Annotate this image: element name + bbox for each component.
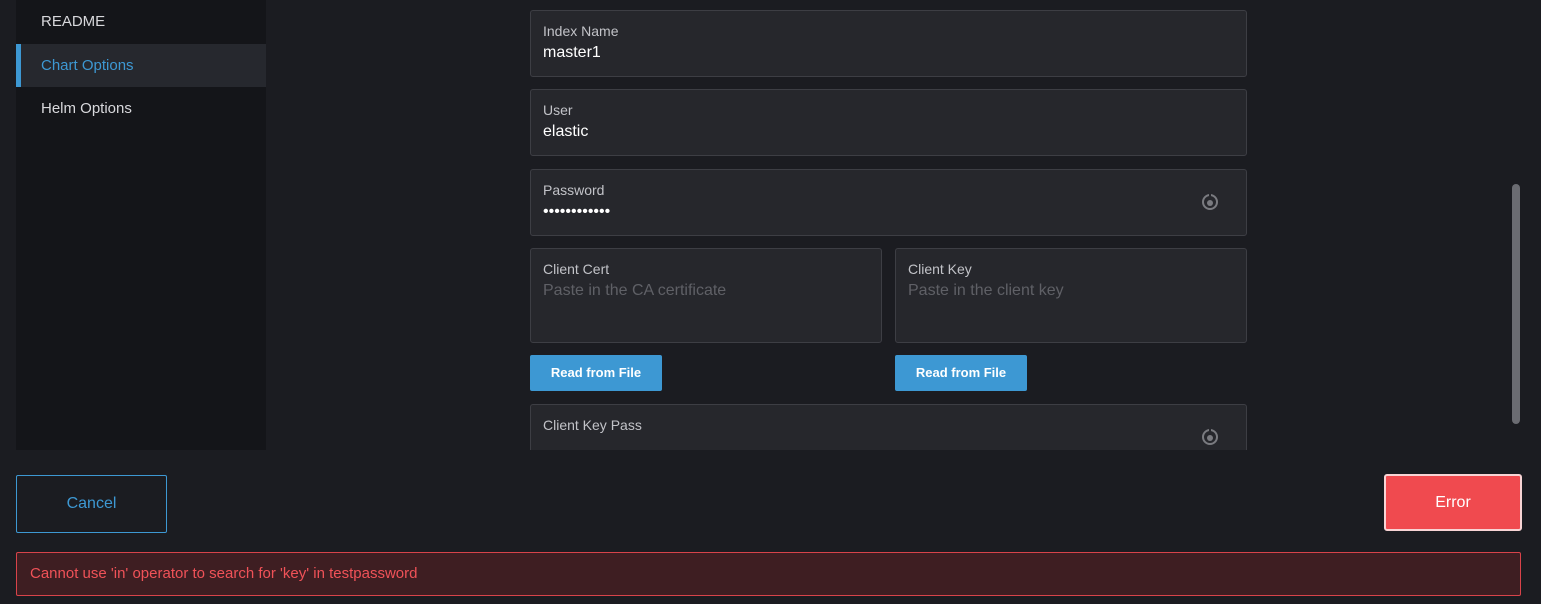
eye-icon[interactable] xyxy=(1200,192,1220,212)
sidebar-item-helm-options[interactable]: Helm Options xyxy=(16,87,266,130)
client-key-pass-input[interactable] xyxy=(543,438,1103,450)
cancel-button[interactable]: Cancel xyxy=(16,475,167,533)
password-field[interactable]: Password xyxy=(530,169,1247,236)
password-label: Password xyxy=(543,182,605,198)
client-key-field[interactable]: Client Key xyxy=(895,248,1247,343)
user-label: User xyxy=(543,102,573,118)
user-input[interactable] xyxy=(543,123,1143,141)
client-key-textarea[interactable] xyxy=(908,282,1228,332)
error-banner: Cannot use 'in' operator to search for '… xyxy=(16,552,1521,596)
sidebar-item-label: Chart Options xyxy=(41,57,134,74)
client-key-label: Client Key xyxy=(908,261,972,277)
eye-icon[interactable] xyxy=(1200,427,1220,447)
sidebar-item-chart-options[interactable]: Chart Options xyxy=(16,44,266,87)
client-key-pass-label: Client Key Pass xyxy=(543,417,642,433)
client-cert-textarea[interactable] xyxy=(543,282,863,332)
client-key-read-file-button[interactable]: Read from File xyxy=(895,355,1027,391)
index-name-label: Index Name xyxy=(543,23,619,39)
client-key-pass-field[interactable]: Client Key Pass xyxy=(530,404,1247,450)
user-field[interactable]: User xyxy=(530,89,1247,156)
client-cert-field[interactable]: Client Cert xyxy=(530,248,882,343)
error-button[interactable]: Error xyxy=(1384,474,1522,531)
index-name-input[interactable] xyxy=(543,44,1143,62)
index-name-field[interactable]: Index Name xyxy=(530,10,1247,77)
sidebar: README Chart Options Helm Options xyxy=(16,0,266,450)
sidebar-item-label: Helm Options xyxy=(41,100,132,117)
password-input[interactable] xyxy=(543,203,1103,221)
sidebar-item-label: README xyxy=(41,13,106,30)
client-cert-read-file-button[interactable]: Read from File xyxy=(530,355,662,391)
error-message: Cannot use 'in' operator to search for '… xyxy=(30,565,418,582)
chart-options-form: Index Name User Password Client Cert Cli… xyxy=(266,0,1521,450)
sidebar-item-readme[interactable]: README xyxy=(16,0,266,43)
client-cert-label: Client Cert xyxy=(543,261,610,277)
scrollbar-thumb[interactable] xyxy=(1512,184,1520,424)
